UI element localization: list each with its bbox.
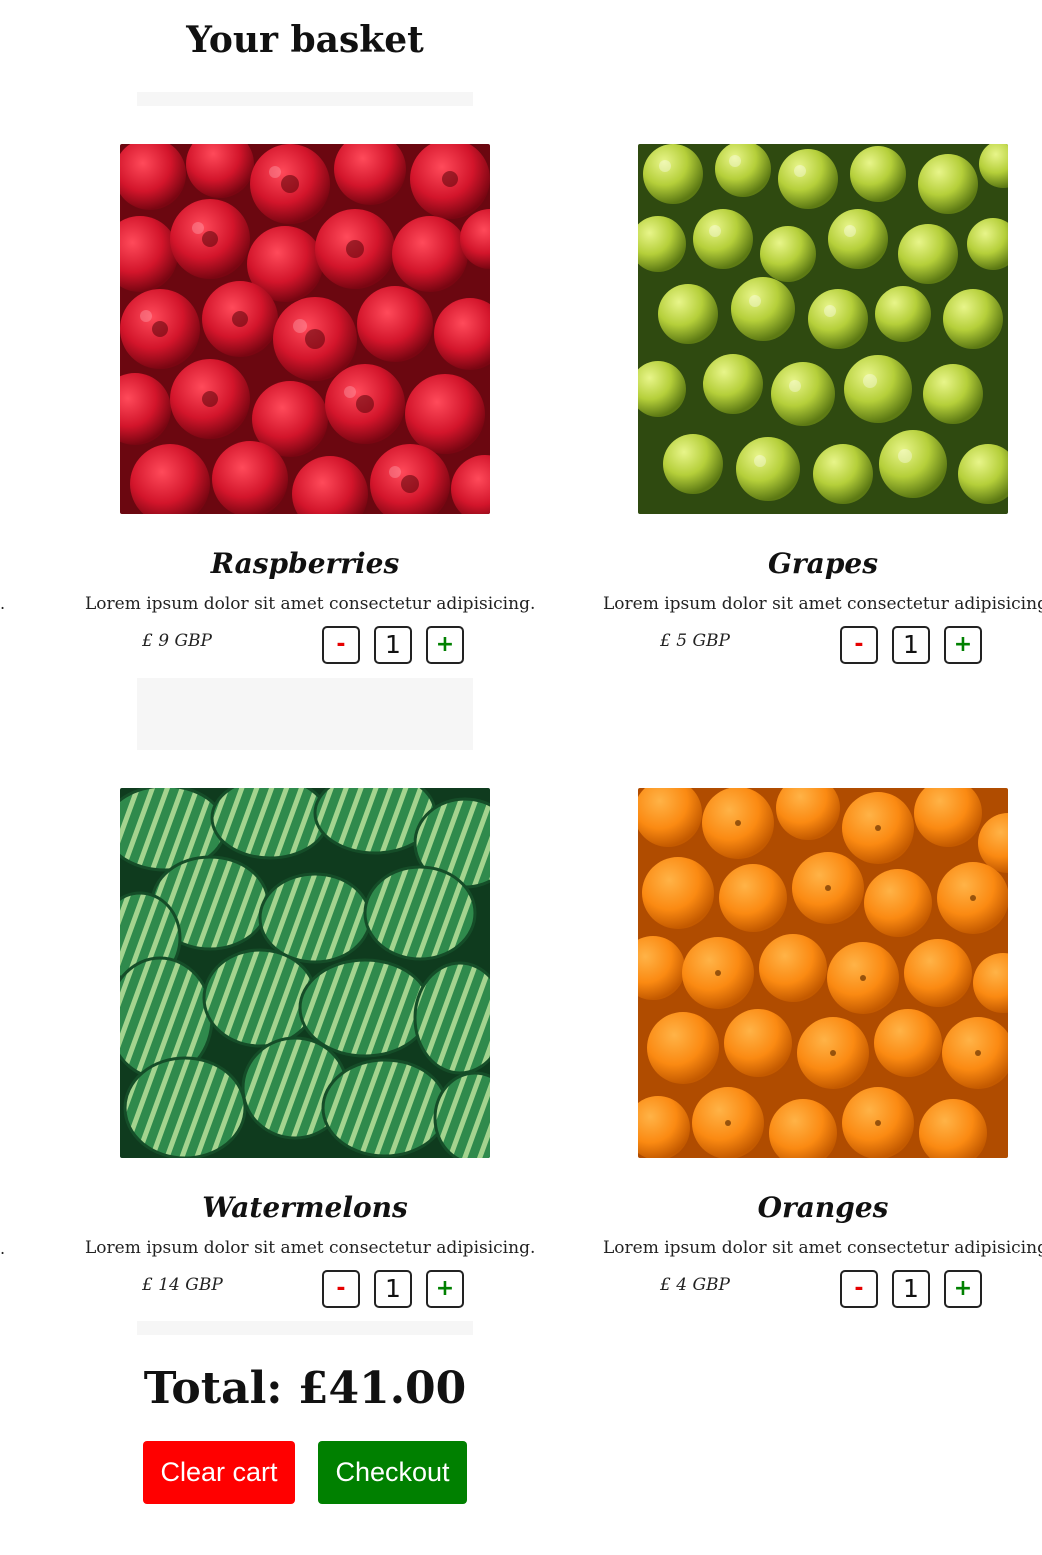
- product-name: Oranges: [757, 1191, 889, 1224]
- quantity-value: 1: [374, 1270, 412, 1308]
- page-title: Your basket: [186, 19, 424, 61]
- clear-cart-button[interactable]: Clear cart: [143, 1441, 295, 1504]
- product-description: Lorem ipsum dolor sit amet consectetur a…: [85, 594, 536, 614]
- quantity-value: 1: [892, 1270, 930, 1308]
- decrease-quantity-button[interactable]: -: [840, 1270, 878, 1308]
- increase-quantity-button[interactable]: +: [944, 626, 982, 664]
- product-card-raspberries: Raspberries Lorem ipsum dolor sit amet c…: [85, 144, 545, 684]
- decrease-quantity-button[interactable]: -: [322, 1270, 360, 1308]
- checkout-button[interactable]: Checkout: [318, 1441, 467, 1504]
- product-description: Lorem ipsum dolor sit amet consectetur a…: [603, 594, 1042, 614]
- grapes-photo: [638, 144, 1008, 514]
- watermelons-photo: [120, 788, 490, 1158]
- divider-band: [137, 92, 473, 106]
- clipped-text-fragment: .: [0, 594, 6, 613]
- product-price: £ 9 GBP: [142, 631, 212, 651]
- cart-total: Total: £41.00: [143, 1363, 467, 1414]
- increase-quantity-button[interactable]: +: [944, 1270, 982, 1308]
- decrease-quantity-button[interactable]: -: [322, 626, 360, 664]
- product-price: £ 4 GBP: [660, 1275, 730, 1295]
- divider-band: [137, 678, 473, 750]
- product-name: Raspberries: [210, 547, 400, 580]
- product-price: £ 14 GBP: [142, 1275, 223, 1295]
- quantity-value: 1: [374, 626, 412, 664]
- product-card-watermelons: Watermelons Lorem ipsum dolor sit amet c…: [85, 788, 545, 1328]
- oranges-photo: [638, 788, 1008, 1158]
- increase-quantity-button[interactable]: +: [426, 1270, 464, 1308]
- product-description: Lorem ipsum dolor sit amet consectetur a…: [603, 1238, 1042, 1258]
- increase-quantity-button[interactable]: +: [426, 626, 464, 664]
- clipped-text-fragment: .: [0, 1239, 6, 1258]
- product-name: Grapes: [768, 547, 878, 580]
- product-card-oranges: Oranges Lorem ipsum dolor sit amet conse…: [603, 788, 1042, 1328]
- decrease-quantity-button[interactable]: -: [840, 626, 878, 664]
- product-description: Lorem ipsum dolor sit amet consectetur a…: [85, 1238, 536, 1258]
- quantity-value: 1: [892, 626, 930, 664]
- product-price: £ 5 GBP: [660, 631, 730, 651]
- product-card-grapes: Grapes Lorem ipsum dolor sit amet consec…: [603, 144, 1042, 684]
- raspberries-photo: [120, 144, 490, 514]
- product-name: Watermelons: [202, 1191, 408, 1224]
